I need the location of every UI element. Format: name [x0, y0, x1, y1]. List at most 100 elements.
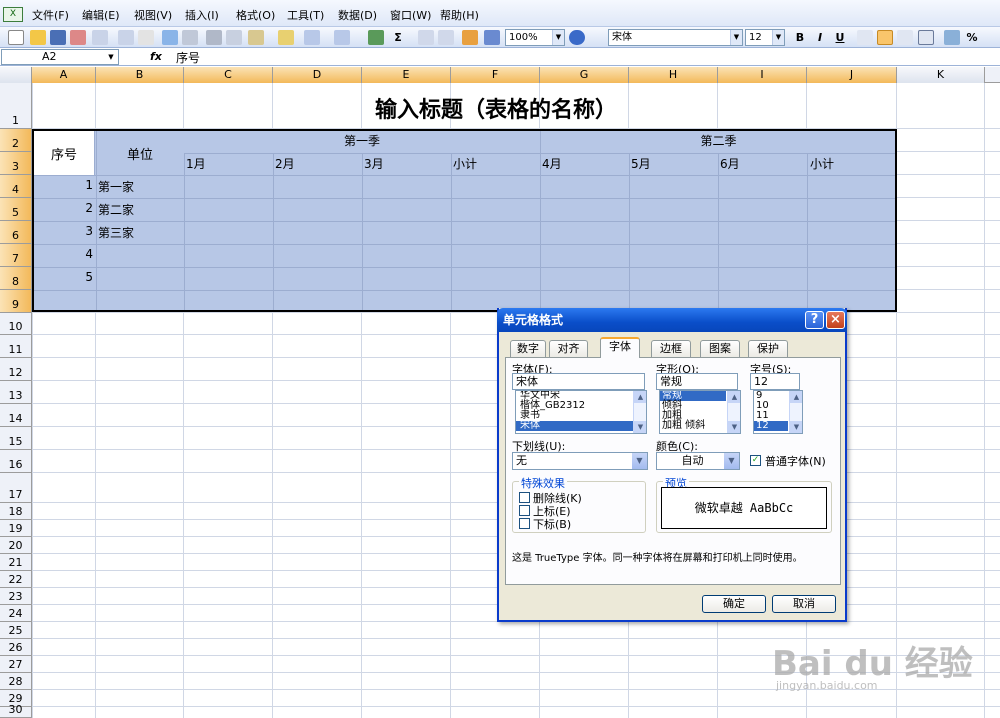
strikethrough-checkbox[interactable] [519, 492, 530, 503]
row-header[interactable]: 4 [0, 175, 32, 198]
row-header[interactable]: 1 [0, 83, 32, 129]
scroll-down-icon[interactable]: ▼ [728, 421, 740, 433]
percent-button[interactable]: % [964, 30, 980, 45]
row-header[interactable]: 27 [0, 656, 32, 673]
chart-wizard-icon[interactable] [462, 30, 478, 45]
tab-border[interactable]: 边框 [651, 340, 691, 357]
tab-protection[interactable]: 保护 [748, 340, 788, 357]
tab-number[interactable]: 数字 [510, 340, 546, 357]
month-cell[interactable]: 3月 [364, 155, 384, 172]
seq-cell[interactable]: 1 [34, 178, 93, 192]
merge-center-icon[interactable] [918, 30, 934, 45]
font-name-input[interactable]: 宋体 [512, 373, 645, 390]
normal-font-checkbox[interactable]: ✓ [750, 455, 761, 466]
row-header[interactable]: 15 [0, 427, 32, 450]
column-header[interactable]: G [540, 67, 629, 83]
row-header[interactable]: 16 [0, 450, 32, 473]
research2-icon[interactable] [182, 30, 198, 45]
menu-file[interactable]: 文件(F) [32, 7, 69, 23]
column-header[interactable]: H [629, 67, 718, 83]
month-cell[interactable]: 2月 [275, 155, 295, 172]
drawing-icon[interactable] [484, 30, 500, 45]
align-right-icon[interactable] [897, 30, 913, 45]
column-header[interactable]: F [451, 67, 540, 83]
print-icon[interactable] [92, 30, 108, 45]
undo-icon[interactable] [304, 30, 320, 45]
row-header[interactable]: 24 [0, 605, 32, 622]
font-style-input[interactable]: 常规 [656, 373, 738, 390]
scrollbar[interactable]: ▲ ▼ [633, 391, 646, 433]
scroll-up-icon[interactable]: ▲ [790, 391, 802, 403]
subtotal-cell[interactable]: 小计 [453, 155, 477, 172]
seq-cell[interactable]: 5 [34, 270, 93, 284]
month-cell[interactable]: 5月 [631, 155, 651, 172]
research-icon[interactable] [162, 30, 178, 45]
font-size-list[interactable]: 9 10 11 12 ▲ ▼ [753, 390, 803, 434]
cancel-button[interactable]: 取消 [772, 595, 836, 613]
row-header[interactable]: 19 [0, 520, 32, 537]
seq-cell[interactable]: 4 [34, 247, 93, 261]
copy-icon[interactable] [226, 30, 242, 45]
active-cell-a2[interactable]: 序号 [34, 131, 95, 175]
align-left-icon[interactable] [857, 30, 873, 45]
seq-cell[interactable]: 3 [34, 224, 93, 238]
zoom-select[interactable]: 100% ▼ [505, 29, 565, 46]
column-header[interactable]: C [184, 67, 273, 83]
save-icon[interactable] [50, 30, 66, 45]
tab-patterns[interactable]: 图案 [700, 340, 740, 357]
cut-icon[interactable] [206, 30, 222, 45]
row-header[interactable]: 20 [0, 537, 32, 554]
month-cell[interactable]: 1月 [186, 155, 206, 172]
ok-button[interactable]: 确定 [702, 595, 766, 613]
scroll-up-icon[interactable]: ▲ [728, 391, 740, 403]
superscript-checkbox[interactable] [519, 505, 530, 516]
column-header[interactable]: J [807, 67, 897, 83]
scrollbar[interactable]: ▲ ▼ [789, 391, 802, 433]
unit-cell[interactable]: 第二家 [98, 201, 134, 218]
font-style-list[interactable]: 常规 倾斜 加粗 加粗 倾斜 ▲ ▼ [659, 390, 741, 434]
header-q2[interactable]: 第二季 [540, 132, 897, 149]
column-header[interactable]: E [362, 67, 451, 83]
align-center-icon[interactable] [877, 30, 893, 45]
row-header[interactable]: 23 [0, 588, 32, 605]
open-icon[interactable] [30, 30, 46, 45]
row-header[interactable]: 22 [0, 571, 32, 588]
column-header[interactable]: A [32, 67, 96, 83]
row-header[interactable]: 17 [0, 473, 32, 503]
column-header[interactable]: D [273, 67, 362, 83]
month-cell[interactable]: 4月 [542, 155, 562, 172]
select-all-corner[interactable] [0, 67, 32, 83]
menu-data[interactable]: 数据(D) [338, 7, 377, 23]
font-name-list[interactable]: 华文中宋 楷体_GB2312 隶书 宋体 ▲ ▼ [515, 390, 647, 434]
excel-app-icon[interactable]: X [3, 7, 23, 22]
name-box[interactable]: A2 ▼ [1, 49, 119, 65]
print-preview-icon[interactable] [118, 30, 134, 45]
row-header[interactable]: 30 [0, 703, 32, 718]
row-header[interactable]: 28 [0, 673, 32, 690]
underline-select[interactable]: 无 ▼ [512, 452, 648, 470]
header-q1[interactable]: 第一季 [184, 132, 540, 149]
menu-help[interactable]: 帮助(H) [440, 7, 479, 23]
unit-cell[interactable]: 第三家 [98, 224, 134, 241]
subscript-checkbox[interactable] [519, 518, 530, 529]
menu-edit[interactable]: 编辑(E) [82, 7, 120, 23]
row-header[interactable]: 9 [0, 290, 32, 313]
menu-insert[interactable]: 插入(I) [185, 7, 219, 23]
help-button[interactable]: ? [805, 311, 824, 329]
currency-icon[interactable] [944, 30, 960, 45]
row-header[interactable]: 12 [0, 358, 32, 381]
row-header[interactable]: 5 [0, 198, 32, 221]
row-header[interactable]: 6 [0, 221, 32, 244]
column-header[interactable]: I [718, 67, 807, 83]
row-header[interactable]: 8 [0, 267, 32, 290]
italic-button[interactable]: I [812, 30, 828, 45]
font-size-input[interactable]: 12 [750, 373, 800, 390]
row-header[interactable]: 26 [0, 639, 32, 656]
paste-icon[interactable] [248, 30, 264, 45]
sort-ascending-icon[interactable] [418, 30, 434, 45]
permission-icon[interactable] [70, 30, 86, 45]
menu-view[interactable]: 视图(V) [134, 7, 172, 23]
hyperlink-icon[interactable] [368, 30, 384, 45]
row-header[interactable]: 11 [0, 335, 32, 358]
list-item-selected[interactable]: 12 [754, 421, 788, 431]
